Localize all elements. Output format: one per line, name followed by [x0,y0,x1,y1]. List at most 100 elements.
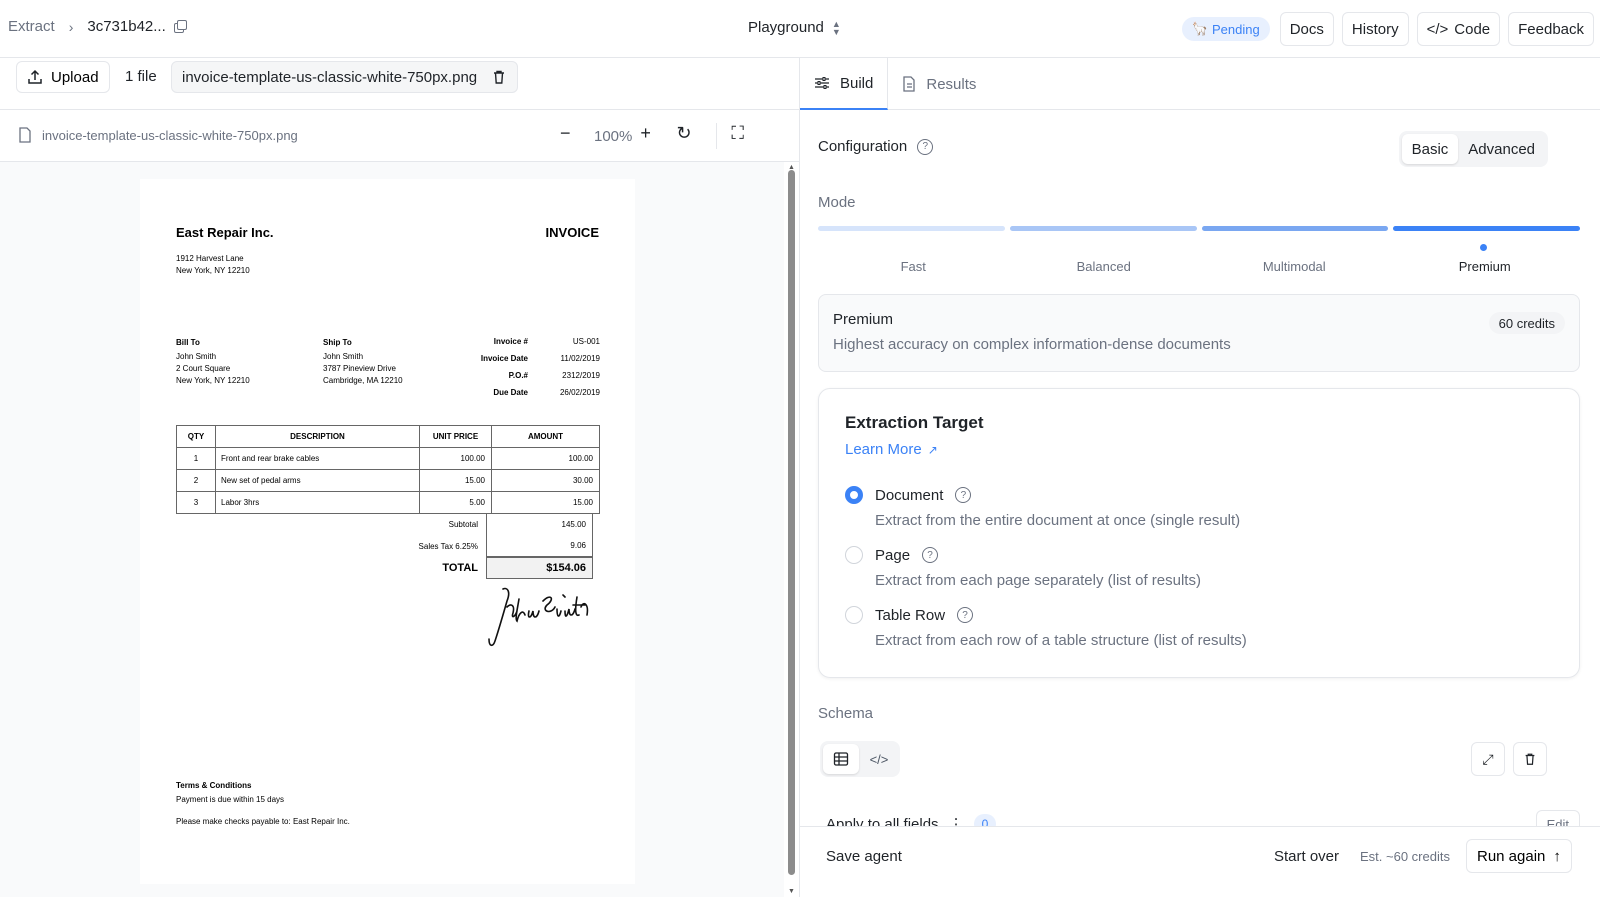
option-head: Table Row ? [845,606,1247,624]
radio-page[interactable] [845,546,863,564]
mode-bar-multimodal[interactable] [1201,226,1389,231]
upload-bar: Upload 1 file invoice-template-us-classi… [0,58,800,110]
radio-document[interactable] [845,486,863,504]
help-icon[interactable]: ? [922,547,939,563]
help-icon[interactable]: ? [917,138,934,155]
start-over-button[interactable]: Start over [1274,848,1339,865]
scrollbar-thumb[interactable] [788,170,795,875]
option-table-row[interactable]: Table Row ? Extract from each row of a t… [845,606,1247,649]
help-icon[interactable]: ? [957,607,974,623]
history-button[interactable]: History [1341,12,1409,46]
meta-value: 11/02/2019 [560,354,600,363]
llama-icon: 🦙 [1191,21,1208,36]
meta-label: Due Date [493,388,528,397]
option-label: Page [875,546,911,564]
meta-value: US-001 [572,337,600,346]
mode-title: Mode [818,194,856,211]
total-row: TOTAL $154.06 [176,557,593,579]
extraction-target-title: Extraction Target [845,413,984,432]
mode-option-balanced[interactable]: Balanced [1009,259,1200,274]
rotate-icon[interactable]: ↻ [676,123,702,149]
table-row: 2 New set of pedal arms 15.00 30.00 [176,469,600,492]
upload-button[interactable]: Upload [16,61,110,93]
mode-selected-indicator [1480,244,1487,251]
tab-bar: Build Results [800,58,1600,110]
mode-bar-balanced[interactable] [1009,226,1197,231]
address-line: New York, NY 12210 [176,266,250,275]
upload-icon [28,69,42,84]
advanced-toggle[interactable]: Advanced [1458,134,1545,164]
playground-selector[interactable]: Playground ▲ ▼ [748,19,841,36]
cell-unit: 15.00 [419,469,492,492]
run-again-button[interactable]: Run again ↑ [1466,839,1572,873]
help-icon[interactable]: ? [955,487,972,503]
tab-build[interactable]: Build [800,58,889,110]
mode-bar-fast[interactable] [818,226,1005,231]
fullscreen-icon[interactable]: ⛶ [731,123,757,149]
zoom-out-icon[interactable]: − [560,123,586,149]
scroll-down-arrow[interactable]: ▼ [788,888,795,895]
ship-to-line: John Smith [323,352,364,361]
total-label: TOTAL [442,562,478,574]
option-document[interactable]: Document ? Extract from the entire docum… [845,486,1240,529]
zoom-level: 100% [594,127,633,145]
save-agent-button[interactable]: Save agent [826,848,902,865]
tab-results[interactable]: Results [888,58,990,110]
extraction-target-card: Extraction Target Learn More ↗ Document … [818,388,1580,678]
code-view-icon[interactable]: </> [861,744,897,774]
table-row: 1 Front and rear brake cables 100.00 100… [176,447,600,470]
mode-bar-premium[interactable] [1393,226,1580,231]
option-page[interactable]: Page ? Extract from each page separately… [845,546,1201,589]
zoom-in-icon[interactable]: + [640,123,666,149]
radio-table-row[interactable] [845,606,863,624]
mode-labels: Fast Balanced Multimodal Premium [818,259,1580,274]
feedback-button[interactable]: Feedback [1508,12,1594,46]
expand-icon[interactable]: ⤢ [1471,742,1505,776]
schema-view-toggle: </> [820,741,900,777]
meta-label: Invoice Date [480,354,528,363]
breadcrumb-extract[interactable]: Extract [8,18,55,35]
meta-label: P.O.# [508,371,528,380]
cell-qty: 2 [176,469,216,492]
cell-qty: 3 [176,491,216,514]
mode-slider[interactable] [818,226,1580,231]
option-desc: Extract from the entire document at once… [875,512,1241,529]
code-icon: </> [1426,20,1449,38]
file-chip-name: invoice-template-us-classic-white-750px.… [182,68,478,86]
file-chip[interactable]: invoice-template-us-classic-white-750px.… [171,61,519,93]
basic-toggle[interactable]: Basic [1401,134,1459,164]
document-icon [903,76,916,92]
meta-row: P.O.# 2312/2019 [458,371,600,388]
bill-to-heading: Bill To [176,338,200,347]
mode-option-fast[interactable]: Fast [818,259,1009,274]
tax-label: Sales Tax 6.25% [418,541,478,551]
invoice-meta: Invoice # US-001 Invoice Date 11/02/2019 P… [458,337,600,405]
document-pane: Upload 1 file invoice-template-us-classi… [0,58,800,897]
cell-unit: 5.00 [419,491,492,514]
mode-option-premium[interactable]: Premium [1390,259,1581,274]
meta-value: 2312/2019 [562,371,600,380]
meta-value: 26/02/2019 [559,388,600,397]
configuration-title: Configuration ? [818,138,934,155]
credits-badge: 60 credits [1488,312,1565,334]
table-view-icon[interactable] [823,744,859,774]
invoice-title: INVOICE [545,225,599,240]
learn-more-link[interactable]: Learn More ↗ [845,441,938,458]
mode-card-title: Premium [833,311,894,328]
viewer-file: invoice-template-us-classic-white-750px.… [18,127,298,143]
trash-icon[interactable] [1513,742,1547,776]
mode-option-multimodal[interactable]: Multimodal [1199,259,1390,274]
code-button[interactable]: </> Code [1416,12,1501,46]
trash-icon[interactable] [491,69,507,85]
ship-to-heading: Ship To [323,338,352,347]
option-label: Document [875,486,944,504]
copy-icon[interactable] [173,19,188,34]
external-link-icon: ↗ [927,442,938,457]
cell-desc: Labor 3hrs [215,491,420,514]
terms: Terms & Conditions Payment is due within… [176,779,350,829]
line-items-table: QTY DESCRIPTION UNIT PRICE AMOUNT 1 Fron… [176,425,600,514]
docs-button[interactable]: Docs [1279,12,1334,46]
subtotal-row: Subtotal 145.00 [176,513,593,535]
code-label: Code [1454,20,1491,38]
option-head: Page ? [845,546,1201,564]
